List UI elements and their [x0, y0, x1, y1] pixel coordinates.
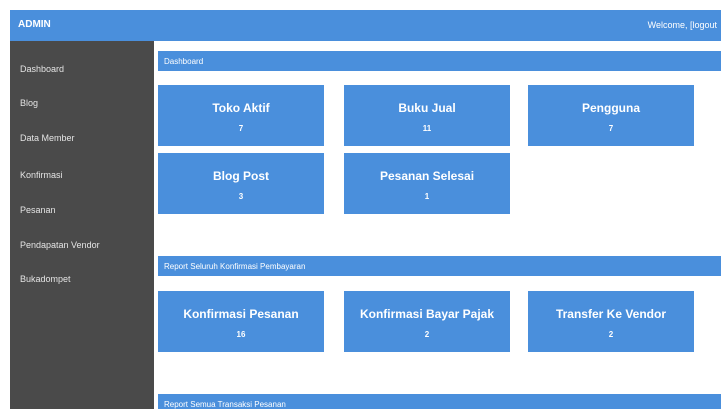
main-content: Dashboard Toko Aktif 7 Buku Jual 11 Peng…	[154, 41, 721, 409]
card-value: 2	[608, 330, 614, 339]
card-transfer-ke-vendor[interactable]: Transfer Ke Vendor 2	[528, 291, 694, 352]
sidebar-item-data-member[interactable]: Data Member	[20, 133, 75, 143]
card-value: 1	[424, 192, 430, 201]
card-value: 2	[424, 330, 430, 339]
sidebar-item-pendapatan-vendor[interactable]: Pendapatan Vendor	[20, 240, 100, 250]
card-value: 3	[238, 192, 244, 201]
card-value: 11	[422, 124, 432, 133]
transaksi-report-section-header: Report Semua Transaksi Pesanan	[158, 394, 721, 409]
sidebar-item-bukadompet[interactable]: Bukadompet	[20, 274, 71, 284]
card-title: Konfirmasi Bayar Pajak	[359, 307, 495, 321]
welcome-text: Welcome, [logout	[648, 20, 717, 30]
sidebar-item-blog[interactable]: Blog	[20, 98, 38, 108]
card-toko-aktif[interactable]: Toko Aktif 7	[158, 85, 324, 146]
top-navbar: ADMIN Welcome, [logout	[10, 10, 721, 41]
card-pesanan-selesai[interactable]: Pesanan Selesai 1	[344, 153, 510, 214]
card-title: Toko Aktif	[212, 101, 270, 115]
card-title: Konfirmasi Pesanan	[183, 307, 299, 321]
sidebar-item-dashboard[interactable]: Dashboard	[20, 64, 64, 74]
card-title: Blog Post	[213, 169, 269, 183]
card-value: 7	[608, 124, 614, 133]
sidebar: Dashboard Blog Data Member Konfirmasi Pe…	[10, 41, 154, 409]
card-konfirmasi-pesanan[interactable]: Konfirmasi Pesanan 16	[158, 291, 324, 352]
card-title: Transfer Ke Vendor	[555, 307, 667, 321]
brand-title[interactable]: ADMIN	[18, 19, 51, 30]
card-value: 7	[238, 124, 244, 133]
card-buku-jual[interactable]: Buku Jual 11	[344, 85, 510, 146]
card-konfirmasi-bayar-pajak[interactable]: Konfirmasi Bayar Pajak 2	[344, 291, 510, 352]
card-title: Buku Jual	[398, 101, 456, 115]
card-title: Pesanan Selesai	[379, 169, 475, 183]
card-title: Pengguna	[581, 101, 640, 115]
sidebar-item-konfirmasi[interactable]: Konfirmasi	[20, 170, 63, 180]
card-value: 16	[236, 330, 246, 339]
welcome-label: Welcome,	[647, 20, 690, 30]
konfirmasi-report-section-header: Report Seluruh Konfirmasi Pembayaran	[158, 256, 721, 276]
dashboard-section-header: Dashboard	[158, 51, 721, 71]
logout-link[interactable]: [logout	[690, 20, 717, 30]
sidebar-item-pesanan[interactable]: Pesanan	[20, 205, 56, 215]
card-blog-post[interactable]: Blog Post 3	[158, 153, 324, 214]
card-pengguna[interactable]: Pengguna 7	[528, 85, 694, 146]
